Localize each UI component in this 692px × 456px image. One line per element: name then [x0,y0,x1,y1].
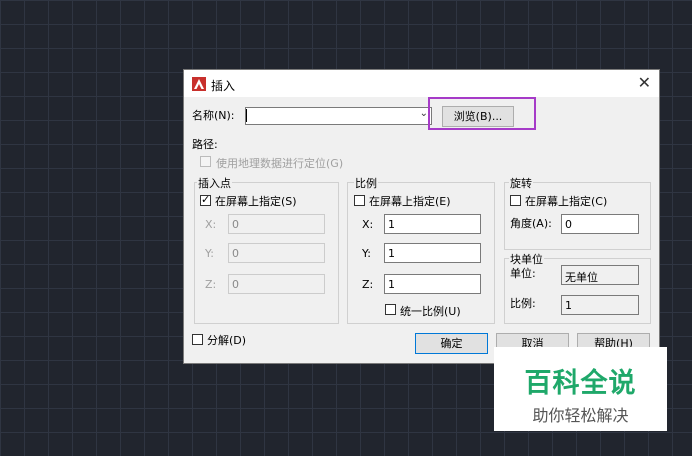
rotation-on-screen-checkbox[interactable] [510,195,521,206]
insertion-on-screen-checkbox[interactable]: ✓ [200,193,211,206]
insertion-x-label: X: [205,218,217,231]
scale-on-screen-label: 在屏幕上指定(E) [369,195,451,208]
watermark-subtitle: 助你轻松解决 [532,406,629,425]
angle-label: 角度(A): [510,217,552,230]
insertion-x-field[interactable]: 0 [228,214,325,234]
path-label: 路径: [192,138,218,151]
explode-label: 分解(D) [207,334,247,347]
rotation-on-screen-label: 在屏幕上指定(C) [525,195,608,208]
factor-field: 1 [561,295,639,315]
uniform-scale-label: 统一比例(U) [400,305,461,318]
name-combobox[interactable]: ⌄ [245,107,432,125]
factor-label: 比例: [510,297,536,310]
scale-on-screen-checkbox[interactable] [354,195,365,206]
uniform-scale-checkbox[interactable] [385,304,396,315]
checkmark-icon: ✓ [201,193,211,206]
title-bar[interactable]: 插入 ✕ [184,70,659,97]
scale-group-label: 比例 [354,175,378,191]
watermark-title: 百科全说 [524,368,637,399]
ok-button[interactable]: 确定 [415,333,488,354]
geo-label: 使用地理数据进行定位(G) [216,157,344,170]
unit-label: 单位: [510,267,536,280]
insertion-y-label: Y: [205,247,214,260]
insertion-group-label: 插入点 [197,175,232,191]
scale-y-field[interactable]: 1 [384,243,481,263]
close-icon[interactable]: ✕ [638,73,651,92]
insertion-on-screen-label: 在屏幕上指定(S) [215,195,297,208]
autocad-app-icon [192,77,206,91]
insertion-y-field[interactable]: 0 [228,243,325,263]
rotation-group-label: 旋转 [509,175,533,191]
name-label: 名称(N): [192,109,235,122]
scale-x-field[interactable]: 1 [384,214,481,234]
explode-checkbox[interactable] [192,334,203,345]
geo-checkbox[interactable] [200,156,211,167]
scale-z-field[interactable]: 1 [384,274,481,294]
watermark: 百科全说 助你轻松解决 [494,347,667,431]
unit-field: 无单位 [561,265,639,285]
scale-x-label: X: [362,218,374,231]
scale-z-label: Z: [362,278,374,291]
text-caret [246,109,247,122]
insertion-z-label: Z: [205,278,217,291]
dialog-title: 插入 [211,79,236,93]
chevron-down-icon[interactable]: ⌄ [420,108,428,119]
scale-y-label: Y: [362,247,371,260]
highlight-box [428,97,536,130]
insertion-z-field[interactable]: 0 [228,274,325,294]
angle-field[interactable]: 0 [561,214,639,234]
insert-dialog: 插入 ✕ 名称(N): ⌄ 浏览(B)... 路径: 使用地理数据进行定位(G)… [183,69,660,364]
